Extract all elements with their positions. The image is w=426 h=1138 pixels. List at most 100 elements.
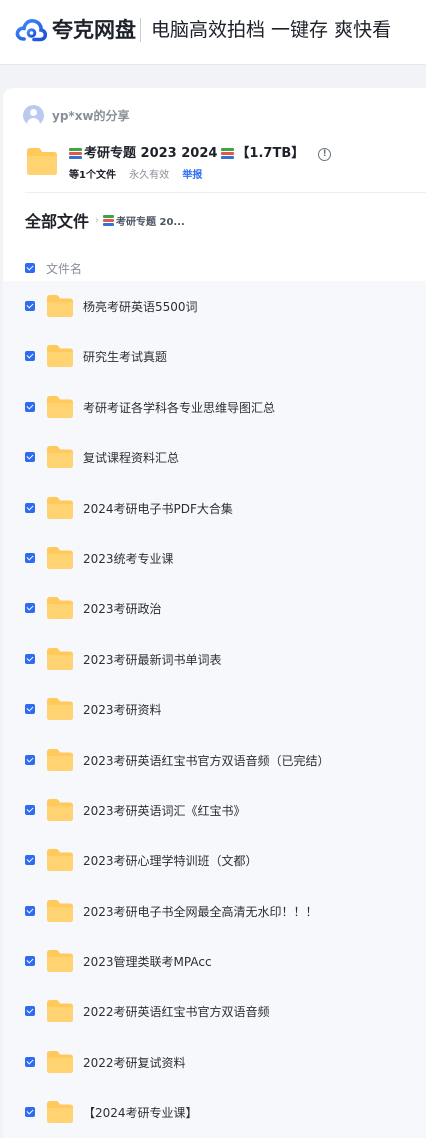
file-name[interactable]: 2023统考专业课 xyxy=(83,550,174,567)
column-filename[interactable]: 文件名 xyxy=(46,260,82,277)
file-row[interactable]: 2023考研最新词书单词表 xyxy=(3,634,426,684)
header-divider xyxy=(140,18,141,42)
folder-icon xyxy=(47,1000,73,1023)
file-list: 杨亮考研英语5500词 研究生考试真题考研考证各学科各专业思维导图汇总 复试课程资料… xyxy=(3,281,426,1138)
books-emoji-icon xyxy=(221,147,235,161)
row-checkbox[interactable] xyxy=(25,603,35,614)
section-divider xyxy=(25,192,426,193)
breadcrumb-current-label: 考研专题 20... xyxy=(116,216,185,228)
file-name[interactable]: 2023考研资料 xyxy=(83,701,162,718)
folder-icon xyxy=(47,698,73,721)
folder-icon xyxy=(47,748,73,771)
file-row[interactable]: 【2024考研专业课】 xyxy=(3,1087,426,1137)
row-checkbox[interactable] xyxy=(25,552,35,563)
folder-icon xyxy=(47,597,73,620)
folder-icon xyxy=(47,849,73,872)
row-checkbox[interactable] xyxy=(25,1006,35,1017)
file-row[interactable]: 2023考研资料 xyxy=(3,684,426,734)
select-all-checkbox[interactable] xyxy=(25,263,35,273)
share-size: 【1.7TB】 xyxy=(236,146,305,161)
row-checkbox[interactable] xyxy=(25,351,35,362)
file-row[interactable]: 2022考研复试资料 xyxy=(3,1037,426,1087)
folder-icon xyxy=(47,496,73,519)
file-row[interactable]: 2023统考专业课 xyxy=(3,533,426,583)
row-checkbox[interactable] xyxy=(25,653,35,664)
file-name[interactable]: 2022考研英语红宝书官方双语音频 xyxy=(83,1003,270,1020)
chevron-right-icon: › xyxy=(95,214,100,226)
avatar xyxy=(23,104,44,126)
file-name[interactable]: 2024考研电子书PDF大合集 xyxy=(83,500,233,517)
share-header: 考研专题 2023 2024 【1.7TB】 ! 等1个文件 永久有效 举报 xyxy=(25,143,425,183)
folder-icon xyxy=(27,148,57,175)
file-name[interactable]: 2023考研英语红宝书官方双语音频（已完结） xyxy=(83,752,330,769)
row-checkbox[interactable] xyxy=(25,401,35,412)
owner-name: yp*xw的分享 xyxy=(52,108,130,123)
file-name[interactable]: 2023考研电子书全网最全高清无水印！！！ xyxy=(83,903,318,920)
share-owner: yp*xw的分享 xyxy=(23,104,130,126)
file-name[interactable]: 杨亮考研英语5500词 xyxy=(83,298,198,315)
row-checkbox[interactable] xyxy=(25,301,35,311)
file-row[interactable]: 2023考研心理学特训班（文都） xyxy=(3,835,426,885)
report-link[interactable]: 举报 xyxy=(182,170,202,181)
row-checkbox[interactable] xyxy=(25,804,35,815)
folder-icon xyxy=(47,950,73,973)
share-panel: yp*xw的分享 考研专题 2023 2024 【1.7TB】 ! 等1个文件 … xyxy=(3,88,426,1138)
folder-icon xyxy=(47,647,73,670)
row-checkbox[interactable] xyxy=(25,1056,35,1067)
file-row[interactable]: 2023考研政治 xyxy=(3,583,426,633)
file-row[interactable]: 杨亮考研英语5500词 xyxy=(3,281,426,331)
file-row[interactable]: 2023考研电子书全网最全高清无水印！！！ xyxy=(3,886,426,936)
file-row[interactable]: 2023考研英语词汇《红宝书》 xyxy=(3,785,426,835)
share-title: 考研专题 2023 2024 【1.7TB】 ! xyxy=(69,145,332,163)
file-name[interactable]: 考研考证各学科各专业思维导图汇总 xyxy=(83,399,275,416)
file-row[interactable]: 2023考研英语红宝书官方双语音频（已完结） xyxy=(3,735,426,785)
folder-icon xyxy=(47,446,73,469)
folder-icon xyxy=(47,546,73,569)
folder-icon xyxy=(47,1101,73,1124)
file-name[interactable]: 复试课程资料汇总 xyxy=(83,449,179,466)
file-name[interactable]: 2023考研英语词汇《红宝书》 xyxy=(83,802,246,819)
books-emoji-icon xyxy=(103,214,115,226)
folder-icon xyxy=(47,798,73,821)
books-emoji-icon xyxy=(69,147,82,161)
share-meta: 等1个文件 永久有效 举报 xyxy=(69,166,212,181)
folder-icon xyxy=(47,295,73,317)
row-checkbox[interactable] xyxy=(25,1107,35,1118)
file-row[interactable]: 考研考证各学科各专业思维导图汇总 xyxy=(3,382,426,432)
header-slogan: 电脑高效拍档 一键存 爽快看 xyxy=(151,19,392,41)
file-row[interactable]: 复试课程资料汇总 xyxy=(3,432,426,482)
row-checkbox[interactable] xyxy=(25,956,35,967)
breadcrumb-current: 考研专题 20... xyxy=(103,213,185,228)
file-name[interactable]: 【2024考研专业课】 xyxy=(83,1104,198,1121)
breadcrumb: 全部文件 › 考研专题 20... xyxy=(25,208,185,232)
file-row[interactable]: 研究生考试真题 xyxy=(3,331,426,381)
share-title-text: 考研专题 2023 2024 xyxy=(84,146,218,161)
top-bar: 夸克网盘 电脑高效拍档 一键存 爽快看 xyxy=(0,0,426,65)
file-name[interactable]: 2023考研政治 xyxy=(83,600,162,617)
file-name[interactable]: 2023考研最新词书单词表 xyxy=(83,651,222,668)
folder-icon xyxy=(47,345,73,368)
row-checkbox[interactable] xyxy=(25,855,35,866)
folder-icon xyxy=(47,899,73,922)
quark-cloud-logo-icon[interactable] xyxy=(15,18,47,42)
validity: 永久有效 xyxy=(129,170,170,181)
file-name[interactable]: 2023考研心理学特训班（文都） xyxy=(83,852,258,869)
row-checkbox[interactable] xyxy=(25,905,35,916)
list-header: 文件名 xyxy=(25,258,425,278)
row-checkbox[interactable] xyxy=(25,502,35,513)
file-name[interactable]: 2023管理类联考MPAcc xyxy=(83,953,212,970)
file-name[interactable]: 研究生考试真题 xyxy=(83,348,167,365)
info-icon[interactable]: ! xyxy=(318,147,332,161)
file-row[interactable]: 2022考研英语红宝书官方双语音频 xyxy=(3,986,426,1036)
folder-icon xyxy=(47,395,73,418)
row-checkbox[interactable] xyxy=(25,704,35,715)
row-checkbox[interactable] xyxy=(25,754,35,765)
file-row[interactable]: 2024考研电子书PDF大合集 xyxy=(3,483,426,533)
file-count: 等1个文件 xyxy=(69,170,116,181)
file-name[interactable]: 2022考研复试资料 xyxy=(83,1054,186,1071)
breadcrumb-root[interactable]: 全部文件 xyxy=(25,208,89,232)
brand-name[interactable]: 夸克网盘 xyxy=(52,15,136,45)
row-checkbox[interactable] xyxy=(25,452,35,463)
folder-icon xyxy=(47,1050,73,1073)
file-row[interactable]: 2023管理类联考MPAcc xyxy=(3,936,426,986)
